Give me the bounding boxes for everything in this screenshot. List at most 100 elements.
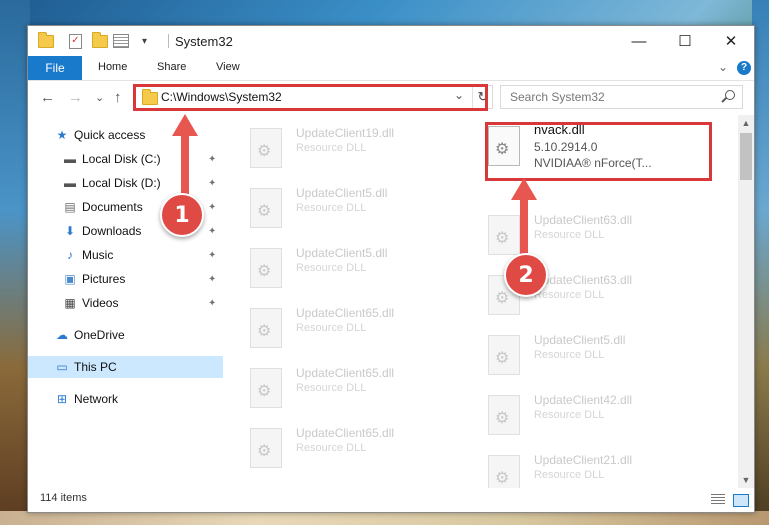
file-name: UpdateClient65.dll: [296, 426, 395, 440]
dll-file-icon: [488, 335, 520, 375]
file-name: UpdateClient5.dll: [296, 186, 388, 200]
sidebar-item-this-pc[interactable]: ▭ This PC: [28, 356, 223, 378]
ribbon-tabs: File Home Share View ⌄ ?: [28, 56, 754, 81]
minimize-button[interactable]: —: [616, 26, 662, 56]
recent-locations-button[interactable]: ⌄: [95, 91, 104, 104]
dll-file-icon: [250, 248, 282, 288]
file-name: UpdateClient65.dll: [296, 306, 395, 320]
list-item[interactable]: UpdateClient63.dll Resource DLL: [461, 269, 689, 321]
sidebar-item-label: Quick access: [74, 128, 146, 142]
pictures-icon: ▣: [64, 272, 76, 286]
list-item[interactable]: UpdateClient65.dll Resource DLL: [223, 362, 451, 414]
dll-file-icon: [488, 215, 520, 255]
file-name: UpdateClient21.dll: [534, 453, 633, 467]
list-item[interactable]: UpdateClient5.dll Resource DLL: [223, 182, 451, 234]
pin-icon[interactable]: ✦: [208, 178, 216, 189]
sidebar-item-local-disk-d[interactable]: ▬ Local Disk (D:) ✦: [28, 172, 223, 194]
search-icon[interactable]: [725, 90, 735, 100]
file-type: Resource DLL: [296, 382, 367, 394]
dll-file-icon: [488, 395, 520, 435]
sidebar-item-videos[interactable]: ▦ Videos ✦: [28, 292, 223, 314]
file-name: UpdateClient63.dll: [534, 273, 633, 287]
item-count: 114 items: [40, 492, 87, 504]
forward-button[interactable]: →: [68, 89, 83, 106]
expand-ribbon-icon[interactable]: ⌄: [718, 60, 728, 74]
file-type: Resource DLL: [534, 409, 605, 421]
sidebar-item-label: Local Disk (D:): [82, 176, 161, 190]
details-view-icon[interactable]: [711, 494, 725, 505]
arrow-2-shaft: [520, 198, 528, 258]
close-button[interactable]: ✕: [708, 26, 754, 56]
list-item[interactable]: UpdateClient5.dll Resource DLL: [461, 329, 689, 381]
dll-file-icon: [250, 128, 282, 168]
tab-share[interactable]: Share: [157, 61, 186, 73]
pin-icon[interactable]: ✦: [208, 202, 216, 213]
list-item[interactable]: UpdateClient19.dll Resource DLL: [223, 122, 451, 174]
help-button[interactable]: ?: [737, 61, 751, 75]
sidebar-item-onedrive[interactable]: ☁ OneDrive: [28, 324, 223, 346]
list-item[interactable]: UpdateClient65.dll Resource DLL: [223, 422, 451, 474]
sidebar-item-label: Network: [74, 392, 119, 406]
network-icon: ⊞: [56, 392, 68, 406]
file-type: Resource DLL: [296, 262, 367, 274]
quick-access-dropdown[interactable]: ▾: [142, 32, 147, 50]
window-title: System32: [175, 34, 233, 49]
arrow-2-head: [511, 178, 537, 200]
search-placeholder: Search System32: [510, 90, 605, 104]
explorer-window: ✓ ▾ System32 — ☐ ✕ File Home Share View …: [27, 25, 755, 513]
sidebar-item-label: Pictures: [82, 272, 126, 286]
pin-icon[interactable]: ✦: [208, 154, 216, 165]
back-button[interactable]: ←: [40, 89, 55, 106]
tab-view[interactable]: View: [216, 61, 240, 73]
tab-file[interactable]: File: [28, 56, 82, 80]
dll-file-icon: [250, 428, 282, 468]
up-button[interactable]: ↑: [114, 89, 122, 106]
sidebar-item-local-disk-c[interactable]: ▬ Local Disk (C:) ✦: [28, 148, 223, 170]
sidebar-item-music[interactable]: ♪ Music ✦: [28, 244, 223, 266]
file-type: Resource DLL: [296, 322, 367, 334]
list-item[interactable]: UpdateClient42.dll Resource DLL: [461, 389, 689, 441]
drive-icon: ▬: [64, 152, 76, 166]
file-type: Resource DLL: [534, 229, 605, 241]
sidebar-item-network[interactable]: ⊞ Network: [28, 388, 223, 410]
sidebar-item-label: OneDrive: [74, 328, 125, 342]
arrow-1-shaft: [181, 134, 189, 200]
sidebar-item-pictures[interactable]: ▣ Pictures ✦: [28, 268, 223, 290]
file-name: UpdateClient65.dll: [296, 366, 395, 380]
properties-checkmark-icon[interactable]: ✓: [69, 32, 82, 50]
computer-icon: ▭: [56, 360, 68, 374]
title-bar: ✓ ▾ System32 — ☐ ✕: [28, 26, 754, 56]
customize-toolbar-icon[interactable]: [113, 32, 129, 50]
pin-icon[interactable]: ✦: [208, 274, 216, 285]
dll-file-icon: [250, 188, 282, 228]
list-item[interactable]: UpdateClient63.dll Resource DLL: [461, 209, 689, 261]
pin-icon[interactable]: ✦: [208, 298, 216, 309]
list-item[interactable]: UpdateClient5.dll Resource DLL: [223, 242, 451, 294]
dll-file-icon: [250, 368, 282, 408]
sidebar-item-label: Documents: [82, 200, 143, 214]
scroll-down-arrow[interactable]: ▼: [738, 472, 754, 488]
tiles-view-icon[interactable]: [733, 494, 749, 507]
scroll-up-arrow[interactable]: ▲: [738, 115, 754, 131]
sidebar-item-label: Videos: [82, 296, 119, 310]
status-bar: 114 items: [28, 488, 754, 512]
list-item[interactable]: UpdateClient65.dll Resource DLL: [223, 302, 451, 354]
cloud-icon: ☁: [56, 328, 68, 342]
file-type: Resource DLL: [296, 442, 367, 454]
dll-file-icon: [250, 308, 282, 348]
search-input[interactable]: Search System32: [500, 85, 743, 109]
file-type: Resource DLL: [534, 289, 605, 301]
list-item[interactable]: UpdateClient21.dll Resource DLL: [461, 449, 689, 488]
vertical-scrollbar[interactable]: ▲ ▼: [738, 115, 754, 488]
pin-icon[interactable]: ✦: [208, 250, 216, 261]
maximize-button[interactable]: ☐: [662, 26, 708, 56]
scroll-thumb[interactable]: [740, 133, 752, 180]
sidebar-item-label: Music: [82, 248, 114, 262]
tab-home[interactable]: Home: [98, 61, 127, 73]
new-folder-icon[interactable]: [92, 31, 108, 50]
pin-icon[interactable]: ✦: [208, 226, 216, 237]
navigation-pane: ★ Quick access ▬ Local Disk (C:) ✦ ▬ Local D…: [28, 115, 223, 488]
desktop-background-left: [0, 0, 30, 525]
file-highlight: [485, 122, 712, 181]
file-type: Resource DLL: [296, 202, 367, 214]
